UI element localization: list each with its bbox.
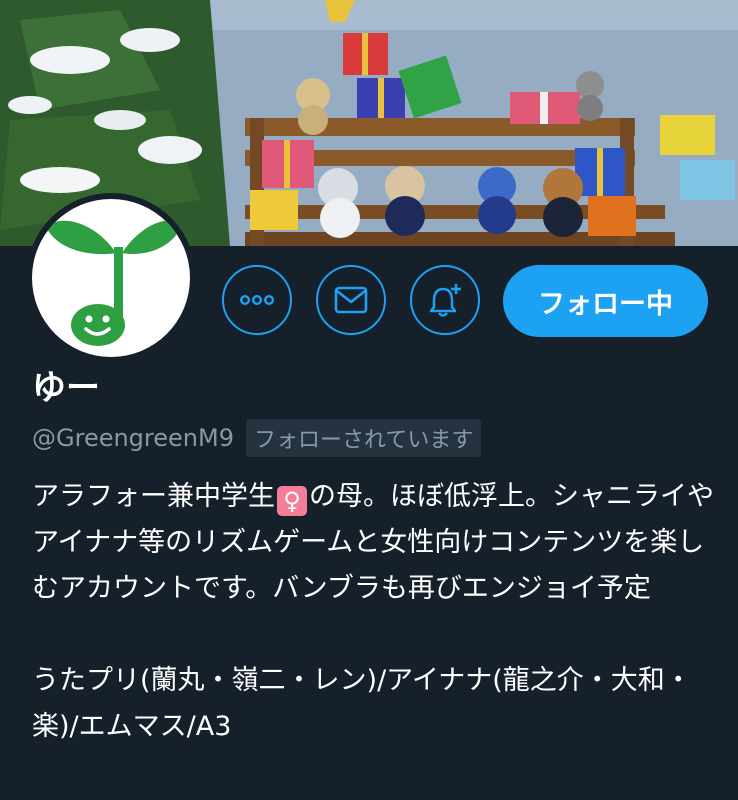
more-horizontal-icon — [240, 295, 274, 305]
bio-spacer — [32, 612, 722, 658]
mail-icon — [334, 286, 368, 314]
more-options-button[interactable] — [222, 265, 292, 335]
female-sign-emoji: ♀ — [277, 486, 307, 516]
bell-plus-icon — [429, 284, 461, 317]
bio-favorites: うたプリ(蘭丸・嶺二・レン)/アイナナ(龍之介・大和・楽)/エムマス/A3 — [32, 665, 692, 742]
notifications-button[interactable] — [410, 265, 480, 335]
user-handle: @GreengreenM9 — [32, 424, 234, 452]
follows-you-badge: フォローされています — [245, 419, 482, 457]
sprout-note-icon — [46, 220, 182, 346]
handle-row: @GreengreenM9 フォローされています — [32, 419, 482, 457]
message-button[interactable] — [316, 265, 386, 335]
bio-text-part1: アラフォー兼中学生 — [32, 481, 275, 512]
bio-paragraph: アラフォー兼中学生 ♀ の母。ほぼ低浮上。シャニライやアイナナ等のリズムゲームと女性… — [32, 474, 722, 612]
display-name: ゆー — [32, 368, 100, 408]
following-button[interactable]: フォロー中 — [503, 265, 708, 337]
profile-bio: アラフォー兼中学生 ♀ の母。ほぼ低浮上。シャニライやアイナナ等のリズムゲームと女性… — [32, 474, 722, 750]
avatar-image — [32, 199, 190, 357]
avatar[interactable] — [26, 193, 196, 363]
